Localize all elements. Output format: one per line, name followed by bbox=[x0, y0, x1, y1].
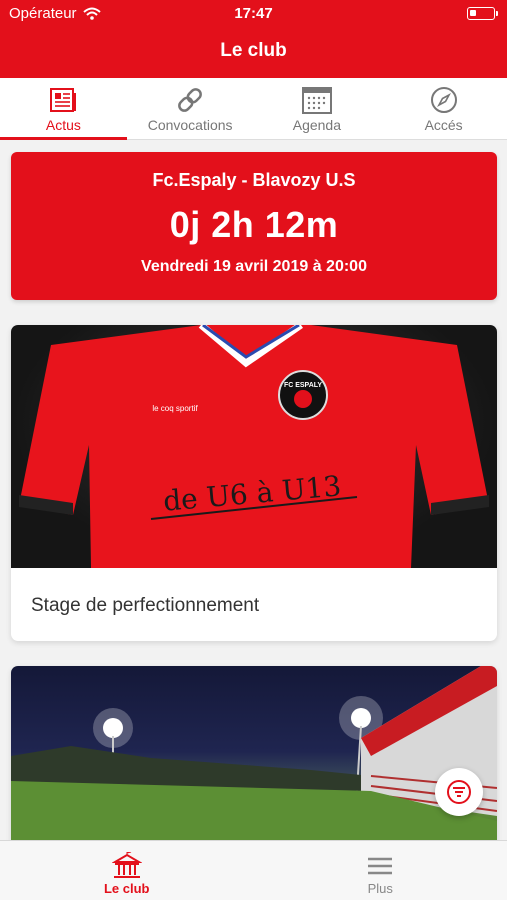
next-match-card[interactable]: Fc.Espaly - Blavozy U.S 0j 2h 12m Vendre… bbox=[11, 152, 497, 300]
clock: 17:47 bbox=[234, 5, 273, 22]
stadium-illustration bbox=[11, 666, 497, 856]
news-title: Stage de perfectionnement bbox=[31, 595, 260, 616]
brand-text: le coq sportif bbox=[152, 404, 198, 413]
tab-label: Actus bbox=[45, 117, 81, 133]
compass-icon bbox=[430, 87, 457, 113]
news-card[interactable] bbox=[11, 666, 497, 856]
calendar-icon bbox=[301, 87, 332, 114]
link-icon bbox=[178, 88, 203, 112]
filter-button[interactable] bbox=[435, 768, 483, 816]
bottom-tab-plus[interactable]: Plus bbox=[254, 841, 507, 900]
tab-agenda[interactable]: Agenda bbox=[254, 78, 381, 139]
badge-text: FC ESPALY bbox=[284, 382, 322, 389]
news-image-jersey: FC ESPALY le coq sportif de U6 à U13 bbox=[11, 325, 497, 568]
tab-label: Accés bbox=[424, 117, 463, 133]
tab-bar: Actus Convocations Agenda Accés bbox=[0, 78, 507, 140]
bottom-tab-label: Le club bbox=[103, 881, 150, 896]
match-teams: Fc.Espaly - Blavozy U.S bbox=[152, 170, 356, 190]
bottom-tab-le-club[interactable]: Le club bbox=[0, 841, 254, 900]
red-jersey-illustration: FC ESPALY le coq sportif de U6 à U13 bbox=[19, 325, 489, 568]
header: Opérateur 17:47 Le club bbox=[0, 0, 507, 78]
newspaper-icon bbox=[50, 88, 77, 112]
tab-acces[interactable]: Accés bbox=[380, 78, 507, 139]
page-title: Le club bbox=[220, 40, 287, 61]
tab-actus[interactable]: Actus bbox=[0, 78, 127, 140]
bottom-tab-label: Plus bbox=[367, 881, 393, 896]
bottom-tab-bar: Le club Plus bbox=[0, 840, 507, 900]
tab-label: Agenda bbox=[292, 117, 342, 133]
status-bar: Opérateur 17:47 bbox=[0, 0, 507, 28]
filter-icon bbox=[447, 780, 471, 804]
battery-icon bbox=[467, 7, 498, 20]
club-building-icon bbox=[111, 852, 142, 878]
menu-icon bbox=[368, 857, 393, 875]
news-card[interactable]: FC ESPALY le coq sportif de U6 à U13 Sta… bbox=[11, 325, 497, 641]
tab-label: Convocations bbox=[147, 117, 233, 133]
match-date: Vendredi 19 avril 2019 à 20:00 bbox=[141, 258, 367, 275]
tab-convocations[interactable]: Convocations bbox=[127, 78, 254, 139]
news-image-stadium bbox=[11, 666, 497, 856]
match-countdown: 0j 2h 12m bbox=[169, 204, 339, 245]
